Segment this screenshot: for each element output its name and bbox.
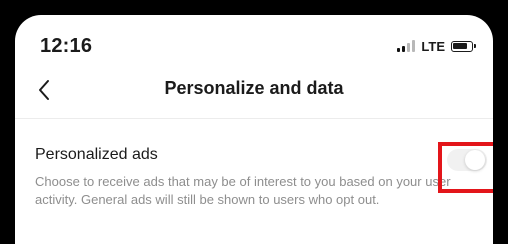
- toggle-knob: [465, 150, 485, 170]
- phone-screen: 12:16 LTE Personalize and data Personali…: [15, 15, 493, 244]
- signal-icon: [397, 40, 416, 52]
- setting-label: Personalized ads: [35, 146, 158, 163]
- status-indicators: LTE: [397, 38, 476, 54]
- header-divider: [15, 118, 493, 119]
- page-title: Personalize and data: [164, 78, 344, 98]
- device-frame: 12:16 LTE Personalize and data Personali…: [0, 0, 508, 244]
- network-type: LTE: [421, 38, 445, 54]
- battery-icon: [451, 40, 476, 52]
- personalized-ads-toggle[interactable]: [447, 149, 487, 171]
- status-time: 12:16: [40, 35, 93, 57]
- setting-description: Choose to receive ads that may be of int…: [35, 174, 451, 207]
